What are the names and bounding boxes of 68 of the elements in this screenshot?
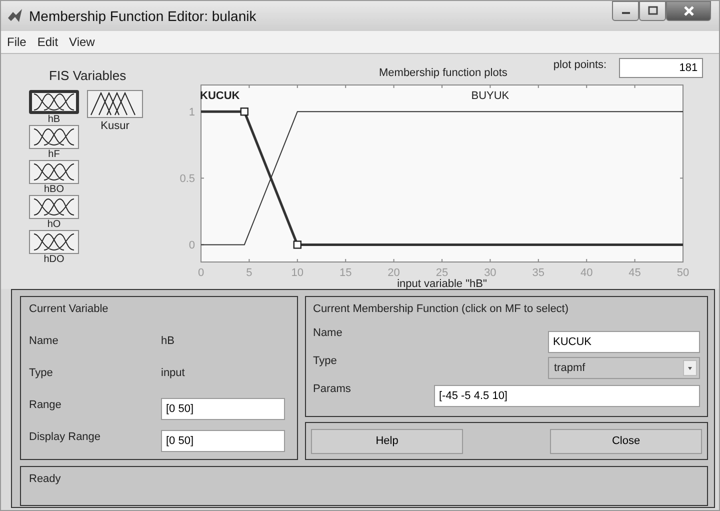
variable-button[interactable]: [29, 195, 79, 219]
tick-label: 25: [436, 266, 448, 279]
close-icon: [682, 6, 694, 16]
plot-points-field[interactable]: 181: [618, 58, 703, 78]
tick-label: 50: [676, 266, 690, 279]
field-label: Name: [313, 327, 342, 339]
variable-type: input: [161, 367, 185, 379]
plot-points-label: plot points:: [553, 58, 607, 71]
tick-label: 20: [388, 266, 400, 279]
bell-curves-icon: [34, 128, 74, 146]
range-field[interactable]: [0 50]: [161, 398, 285, 420]
maximize-icon: [648, 6, 658, 16]
plot-title: Membership function plots: [379, 66, 508, 79]
field-label: Params: [313, 383, 351, 395]
variable-button[interactable]: [29, 90, 79, 114]
tick-label: 35: [532, 266, 545, 279]
field-label: Type: [29, 367, 54, 379]
window-title: Membership Function Editor: bulanik: [29, 8, 258, 24]
variable-button[interactable]: [29, 160, 79, 184]
axis-label: input variable "hB": [397, 278, 487, 289]
close-button[interactable]: [666, 1, 711, 21]
variable-label: hB: [48, 114, 60, 125]
variable-label: Kusur: [100, 121, 130, 132]
variable-label: hDO: [44, 254, 64, 265]
variable-label: hF: [48, 149, 60, 160]
tick-label: 0: [198, 266, 204, 279]
variable-label: hO: [47, 219, 61, 230]
status-text: Ready: [29, 473, 61, 485]
field-label: Type: [313, 355, 337, 367]
panel-title: Current Membership Function (click on MF to select): [313, 303, 570, 317]
menu-item[interactable]: Edit: [37, 35, 58, 49]
tick-label: 40: [580, 266, 593, 279]
caret-icon: [683, 360, 697, 376]
minimize-button[interactable]: [612, 1, 639, 21]
tick-label: 45: [628, 266, 641, 279]
variable-label: hBO: [44, 184, 64, 195]
bell-curves-icon: [34, 198, 74, 216]
maximize-button[interactable]: [639, 1, 666, 21]
variable-button[interactable]: [87, 90, 143, 118]
variable-button[interactable]: [29, 125, 79, 149]
display-range-field[interactable]: [0 50]: [161, 430, 285, 452]
close-button[interactable]: Close: [550, 428, 702, 454]
variable-button[interactable]: [29, 230, 79, 254]
field-label: Range: [29, 399, 62, 411]
panel-title: FIS Variables: [48, 67, 128, 85]
panel-title: Current Variable: [29, 303, 110, 317]
help-button[interactable]: Help: [311, 428, 463, 454]
field-label: Name: [29, 335, 60, 347]
params-field[interactable]: [-45 -5 4.5 10]: [434, 385, 700, 407]
tick-label: 15: [339, 266, 352, 279]
tick-label: 5: [246, 266, 252, 279]
type-dropdown[interactable]: trapmf: [548, 357, 700, 379]
series-label: KUCUK: [200, 90, 240, 102]
field-label: Display Range: [29, 431, 102, 443]
menu-item[interactable]: File: [7, 35, 26, 49]
bell-curves-icon: [34, 93, 74, 111]
bell-curves-icon: [34, 163, 74, 181]
menu-item[interactable]: View: [69, 35, 95, 49]
logo-icon: [7, 8, 23, 24]
tick-label: 10: [291, 266, 304, 279]
series-label: BUYUK: [471, 90, 510, 102]
name-field[interactable]: KUCUK: [548, 331, 700, 353]
tick-label: 0: [188, 240, 195, 252]
tick-label: 1: [188, 106, 195, 118]
tick-label: 0.5: [180, 173, 195, 186]
bell-curves-icon: [34, 233, 74, 251]
variable-name: hB: [161, 335, 174, 347]
tick-label: 30: [484, 266, 496, 279]
